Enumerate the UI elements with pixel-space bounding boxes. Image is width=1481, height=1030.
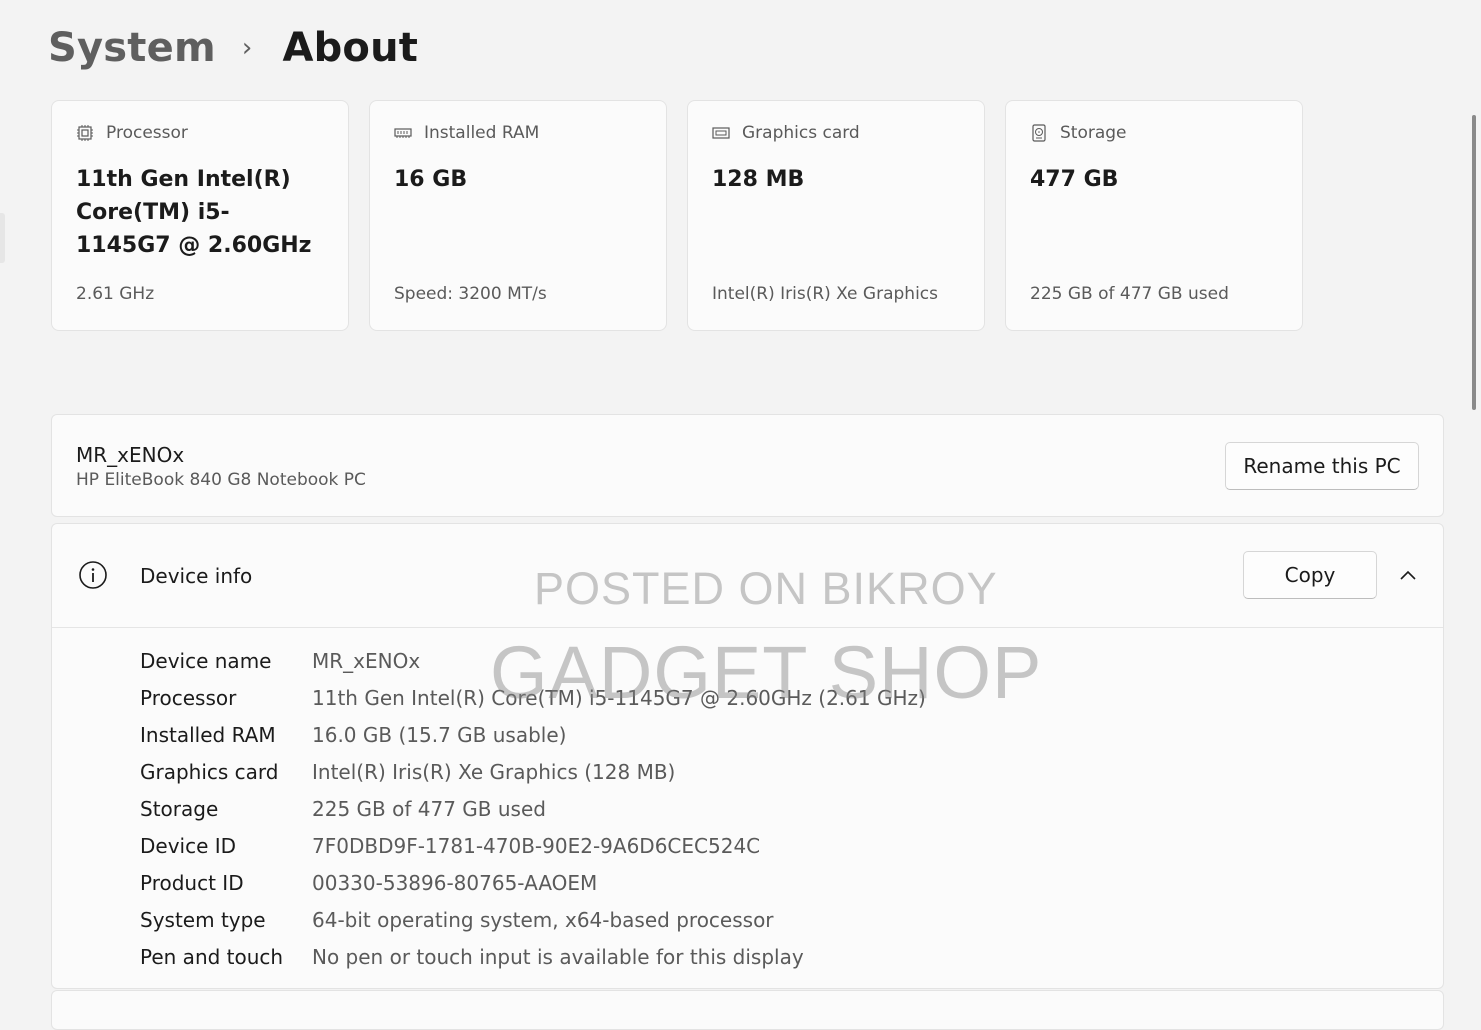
spec-label: System type xyxy=(140,907,266,932)
ram-icon xyxy=(394,128,412,138)
card-header: Processor xyxy=(76,123,324,143)
spec-row-graphics-card: Graphics card Intel(R) Iris(R) Xe Graphi… xyxy=(140,753,926,790)
card-header: Storage xyxy=(1030,123,1278,143)
spec-row-processor: Processor 11th Gen Intel(R) Core(TM) i5-… xyxy=(140,679,926,716)
card-value: 477 GB xyxy=(1030,167,1119,192)
spec-value: 64-bit operating system, x64-based proce… xyxy=(312,907,774,932)
card-title: Storage xyxy=(1060,123,1127,143)
card-header: Installed RAM xyxy=(394,123,642,143)
card-subtext: 225 GB of 477 GB used xyxy=(1030,284,1229,304)
storage-card: Storage 477 GB 225 GB of 477 GB used xyxy=(1005,100,1303,331)
spec-value: MR_xENOx xyxy=(312,648,421,673)
storage-icon xyxy=(1032,124,1046,142)
graphics-card-card: Graphics card 128 MB Intel(R) Iris(R) Xe… xyxy=(687,100,985,331)
card-value: 16 GB xyxy=(394,167,468,192)
spec-value: 225 GB of 477 GB used xyxy=(312,796,546,821)
device-info-panel: Device info Copy Device name MR_xENOx Pr… xyxy=(51,523,1444,989)
spec-row-pen-and-touch: Pen and touch No pen or touch input is a… xyxy=(140,938,926,975)
spec-label: Device ID xyxy=(140,833,237,858)
spec-value: Intel(R) Iris(R) Xe Graphics (128 MB) xyxy=(312,759,676,784)
pc-model: HP EliteBook 840 G8 Notebook PC xyxy=(76,470,366,490)
card-title: Graphics card xyxy=(742,123,860,143)
card-subtext: Intel(R) Iris(R) Xe Graphics xyxy=(712,284,938,304)
spec-label: Installed RAM xyxy=(140,722,276,747)
spec-cards: Processor 11th Gen Intel(R) Core(TM) i5-… xyxy=(51,100,1303,331)
spec-value: 00330-53896-80765-AAOEM xyxy=(312,870,598,895)
chevron-right-icon: › xyxy=(241,33,253,63)
next-settings-panel[interactable] xyxy=(51,990,1444,1030)
spec-value: 11th Gen Intel(R) Core(TM) i5-1145G7 @ 2… xyxy=(312,685,926,710)
processor-card: Processor 11th Gen Intel(R) Core(TM) i5-… xyxy=(51,100,349,331)
spec-value: 7F0DBD9F-1781-470B-90E2-9A6D6CEC524C xyxy=(312,833,761,858)
ram-card: Installed RAM 16 GB Speed: 3200 MT/s xyxy=(369,100,667,331)
pc-name-panel: MR_xENOx HP EliteBook 840 G8 Notebook PC… xyxy=(51,414,1444,517)
spec-value: No pen or touch input is available for t… xyxy=(312,944,804,969)
spec-row-product-id: Product ID 00330-53896-80765-AAOEM xyxy=(140,864,926,901)
card-subtext: 2.61 GHz xyxy=(76,284,155,304)
breadcrumb: System › About xyxy=(48,18,418,78)
window-left-edge xyxy=(0,213,5,263)
page-title: About xyxy=(282,25,419,71)
spec-row-device-id: Device ID 7F0DBD9F-1781-470B-90E2-9A6D6C… xyxy=(140,827,926,864)
card-title: Installed RAM xyxy=(424,123,540,143)
spec-row-storage: Storage 225 GB of 477 GB used xyxy=(140,790,926,827)
device-info-header[interactable]: Device info Copy xyxy=(52,524,1443,628)
rename-pc-button[interactable]: Rename this PC xyxy=(1225,442,1419,490)
device-spec-list: Device name MR_xENOx Processor 11th Gen … xyxy=(140,642,926,975)
card-subtext: Speed: 3200 MT/s xyxy=(394,284,547,304)
spec-row-system-type: System type 64-bit operating system, x64… xyxy=(140,901,926,938)
graphics-card-icon xyxy=(712,127,730,139)
card-header: Graphics card xyxy=(712,123,960,143)
spec-label: Product ID xyxy=(140,870,244,895)
spec-value: 16.0 GB (15.7 GB usable) xyxy=(312,722,567,747)
processor-icon xyxy=(77,125,93,141)
chevron-up-icon[interactable] xyxy=(1396,564,1420,588)
pc-name: MR_xENOx xyxy=(76,443,185,467)
spec-label: Pen and touch xyxy=(140,944,284,969)
spec-row-device-name: Device name MR_xENOx xyxy=(140,642,926,679)
card-value: 11th Gen Intel(R) Core(TM) i5-1145G7 @ 2… xyxy=(76,167,312,258)
device-info-title: Device info xyxy=(140,564,253,588)
spec-label: Graphics card xyxy=(140,759,279,784)
card-title: Processor xyxy=(106,123,188,143)
copy-button[interactable]: Copy xyxy=(1243,551,1377,599)
spec-label: Processor xyxy=(140,685,237,710)
info-icon xyxy=(79,561,107,589)
spec-label: Device name xyxy=(140,648,272,673)
spec-label: Storage xyxy=(140,796,219,821)
breadcrumb-system[interactable]: System xyxy=(48,25,216,71)
vertical-scrollbar[interactable] xyxy=(1472,115,1476,410)
spec-row-installed-ram: Installed RAM 16.0 GB (15.7 GB usable) xyxy=(140,716,926,753)
card-value: 128 MB xyxy=(712,167,805,192)
